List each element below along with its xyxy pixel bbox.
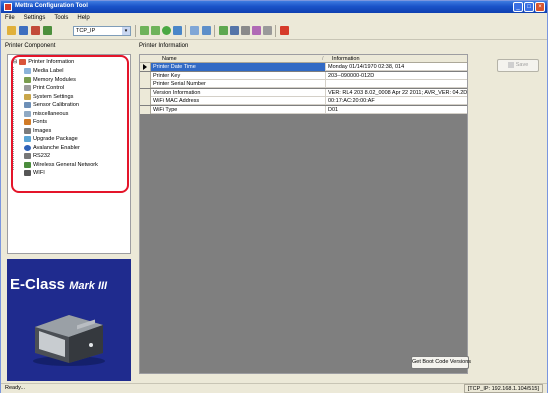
app-window: Mettra Configuration Tool _ □ × File Set… bbox=[0, 0, 548, 393]
save-disk-icon bbox=[507, 61, 514, 68]
open-folder-icon[interactable] bbox=[7, 26, 16, 35]
cell-name[interactable]: WiFi Type bbox=[151, 105, 326, 114]
toolbar-separator bbox=[135, 25, 136, 37]
column-header-information[interactable]: Information bbox=[332, 55, 360, 63]
grid-header: Name / Information bbox=[140, 55, 467, 63]
arrow-right-icon[interactable] bbox=[173, 26, 182, 35]
cell-name[interactable]: Printer Serial Number bbox=[151, 80, 326, 88]
connection-status: [TCP_IP: 192.168.1.104/515] bbox=[463, 384, 543, 393]
column-header-name[interactable]: Name bbox=[162, 55, 177, 63]
status-bar: Ready... [TCP_IP: 192.168.1.104/515] bbox=[1, 383, 547, 393]
save-button-label: Save bbox=[515, 62, 529, 68]
cell-name[interactable]: WiFi MAC Address bbox=[151, 97, 326, 105]
table-row[interactable]: WiFi MAC Address 00:17:AC:20:00:AF bbox=[140, 97, 467, 105]
app-icon bbox=[4, 3, 12, 11]
collapse-icon[interactable] bbox=[151, 26, 160, 35]
cell-name[interactable]: Version Information bbox=[151, 88, 326, 97]
table-row[interactable]: Version Information VER: RL4 203 8.02_00… bbox=[140, 88, 467, 97]
highlight-outline bbox=[11, 55, 129, 193]
menu-tools[interactable]: Tools bbox=[54, 15, 68, 21]
row-selector[interactable] bbox=[140, 97, 151, 105]
table-row[interactable]: Printer Serial Number bbox=[140, 80, 467, 88]
status-text: Ready... bbox=[5, 385, 26, 391]
left-panel-header: Printer Component bbox=[5, 43, 56, 49]
printer-icon[interactable] bbox=[263, 26, 272, 35]
row-selector[interactable] bbox=[140, 80, 151, 88]
maximize-button[interactable]: □ bbox=[524, 2, 534, 12]
pencil-icon[interactable] bbox=[252, 26, 261, 35]
window-controls: _ □ × bbox=[513, 2, 545, 12]
send-icon[interactable] bbox=[190, 26, 199, 35]
cell-name[interactable]: Printer Date Time bbox=[151, 63, 326, 71]
window-title: Mettra Configuration Tool bbox=[15, 3, 88, 9]
printer-image bbox=[33, 315, 105, 366]
chevron-down-icon[interactable]: ▾ bbox=[122, 27, 130, 35]
edit-icon[interactable] bbox=[31, 26, 40, 35]
row-selector[interactable] bbox=[140, 88, 151, 97]
printer-info-grid: Name / Information Printer Date Time Mon… bbox=[139, 54, 468, 374]
config-icon[interactable] bbox=[230, 26, 239, 35]
save-icon[interactable] bbox=[19, 26, 28, 35]
cell-info[interactable]: Monday 01/14/1970 02:38, 014 bbox=[326, 63, 467, 71]
table-row[interactable]: WiFi Type D01 bbox=[140, 105, 467, 114]
table-row[interactable]: Printer Key 203--090000-012D bbox=[140, 71, 467, 80]
toolbar-separator bbox=[275, 25, 276, 37]
refresh-icon[interactable] bbox=[219, 26, 228, 35]
brand-name: E-Class bbox=[10, 276, 66, 293]
row-selector[interactable] bbox=[140, 63, 151, 71]
cell-info[interactable]: 00:17:AC:20:00:AF bbox=[326, 97, 467, 105]
menu-help[interactable]: Help bbox=[77, 15, 89, 21]
menu-file[interactable]: File bbox=[5, 15, 15, 21]
brand-logo: E-Class Mark III bbox=[10, 276, 107, 293]
brand-image: E-Class Mark III bbox=[7, 259, 131, 381]
connect-icon[interactable] bbox=[162, 26, 171, 35]
menu-bar: File Settings Tools Help bbox=[1, 13, 547, 22]
column-resize-handle[interactable]: / bbox=[322, 55, 324, 63]
toolbar-separator bbox=[185, 25, 186, 37]
connection-select-value: TCP_IP bbox=[76, 28, 96, 34]
network-icon[interactable] bbox=[43, 26, 52, 35]
brand-model: Mark III bbox=[69, 280, 108, 292]
toolbar-separator bbox=[214, 25, 215, 37]
cell-info[interactable]: VER: RL4 203 8.02_0008 Apr 22 2011; AVR_… bbox=[326, 89, 467, 97]
print-icon[interactable] bbox=[241, 26, 250, 35]
title-bar: Mettra Configuration Tool _ □ × bbox=[1, 1, 547, 13]
row-selector[interactable] bbox=[140, 105, 151, 114]
save-button[interactable]: Save bbox=[497, 59, 539, 72]
cell-info[interactable]: 203--090000-012D bbox=[326, 72, 467, 80]
toolbar: TCP_IP ▾ bbox=[1, 22, 547, 40]
receive-icon[interactable] bbox=[202, 26, 211, 35]
cell-name[interactable]: Printer Key bbox=[151, 71, 326, 80]
expand-icon[interactable] bbox=[140, 26, 149, 35]
current-row-arrow-icon bbox=[143, 64, 147, 70]
stop-icon[interactable] bbox=[280, 26, 289, 35]
right-panel-header: Printer Information bbox=[139, 43, 189, 49]
cell-info[interactable]: D01 bbox=[326, 106, 467, 114]
menu-settings[interactable]: Settings bbox=[24, 15, 46, 21]
row-selector[interactable] bbox=[140, 71, 151, 80]
minimize-button[interactable]: _ bbox=[513, 2, 523, 12]
get-boot-code-versions-button[interactable]: Get Boot Code Versions bbox=[411, 356, 471, 369]
table-row[interactable]: Printer Date Time Monday 01/14/1970 02:3… bbox=[140, 63, 467, 71]
close-button[interactable]: × bbox=[535, 2, 545, 12]
connection-select[interactable]: TCP_IP ▾ bbox=[73, 26, 131, 36]
